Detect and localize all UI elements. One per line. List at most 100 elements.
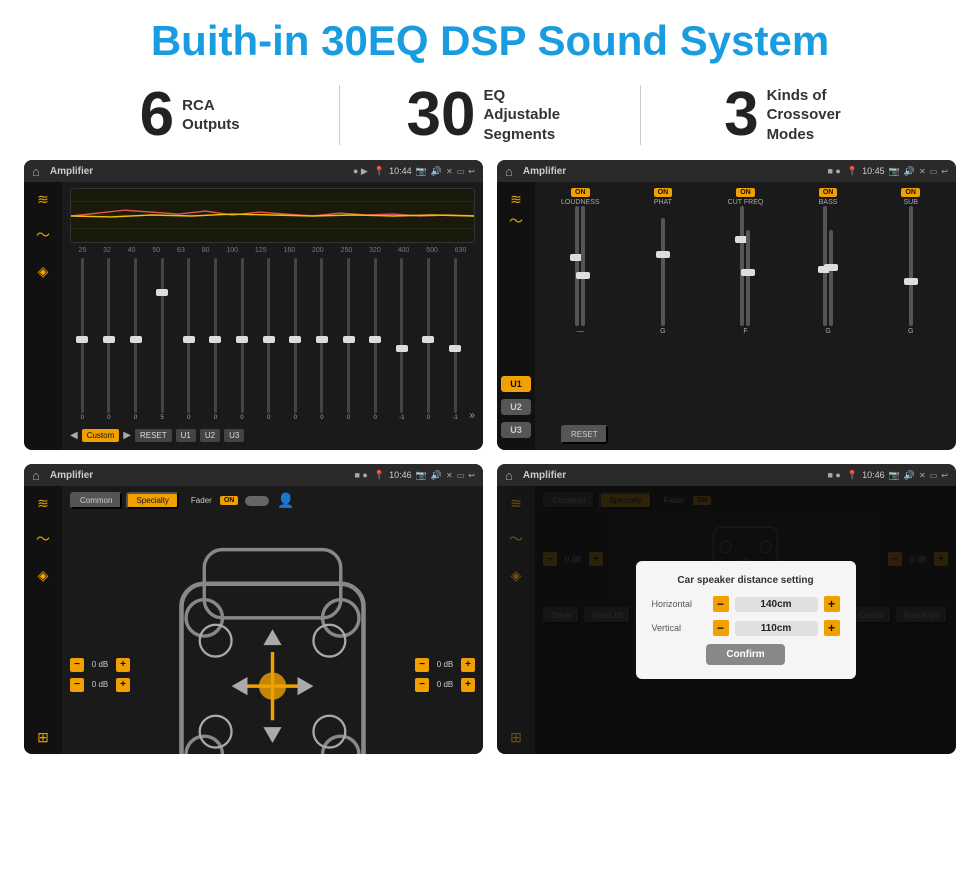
bass-slider-r[interactable] xyxy=(829,230,833,326)
fader-wave-icon[interactable]: 〜 xyxy=(34,530,52,548)
camera-icon-dist: 📷 xyxy=(889,470,900,481)
dialog-horizontal-row: Horizontal − 140cm + xyxy=(652,596,840,612)
cross-col-cutfreq: ON CUT FREQ F xyxy=(706,188,785,419)
eq-freq-labels: 253240506380100125160200250320400500630 xyxy=(70,247,475,254)
cross-tune-icon[interactable]: ≋ xyxy=(507,190,525,208)
phat-on[interactable]: ON xyxy=(654,188,673,197)
eq-u1-btn[interactable]: U1 xyxy=(176,429,196,442)
crossover-screen-panel: ⌂ Amplifier ■ ● 📍 10:45 📷 🔊 ✕ ▭ ↩ ≋ 〜 U1… xyxy=(497,160,956,450)
dist-status-bar: ⌂ Amplifier ■ ● 📍 10:46 📷 🔊 ✕ ▭ ↩ xyxy=(497,464,956,486)
cross-col-bass: ON BASS G xyxy=(789,188,868,419)
home-icon-fader[interactable]: ⌂ xyxy=(32,468,40,483)
dialog-vertical-value: 110cm xyxy=(735,621,818,636)
eq-slider-11[interactable]: 0 xyxy=(363,258,388,421)
eq-content: ≋ 〜 ◈ xyxy=(24,182,483,450)
loudness-slider-r[interactable] xyxy=(581,206,585,326)
eq-slider-6[interactable]: 0 xyxy=(230,258,255,421)
eq-tune-icon[interactable]: ≋ xyxy=(34,190,52,208)
location-icon-fader: 📍 xyxy=(374,470,385,481)
location-icon-cross: 📍 xyxy=(847,166,858,177)
cutfreq-on[interactable]: ON xyxy=(736,188,755,197)
eq-slider-1[interactable]: 0 xyxy=(97,258,122,421)
cross-reset-btn[interactable]: RESET xyxy=(561,425,608,444)
eq-u3-btn[interactable]: U3 xyxy=(224,429,244,442)
eq-u2-btn[interactable]: U2 xyxy=(200,429,220,442)
fader-specialty-tab[interactable]: Specialty xyxy=(126,492,178,509)
eq-slider-10[interactable]: 0 xyxy=(336,258,361,421)
fader-tune-icon[interactable]: ≋ xyxy=(34,494,52,512)
sub-slider[interactable] xyxy=(909,206,913,326)
fader-db-fl: − 0 dB + xyxy=(70,658,130,672)
eq-slider-13[interactable]: 0 xyxy=(416,258,441,421)
fader-plus-rr[interactable]: + xyxy=(461,678,475,692)
eq-slider-12[interactable]: -1 xyxy=(390,258,415,421)
home-icon[interactable]: ⌂ xyxy=(32,164,40,179)
eq-prev[interactable]: ◀ xyxy=(70,430,78,441)
bass-on[interactable]: ON xyxy=(819,188,838,197)
close-icon-eq: ✕ xyxy=(446,167,453,176)
cross-u3-btn[interactable]: U3 xyxy=(501,422,531,438)
stat-eq: 30 EQ AdjustableSegments xyxy=(360,84,619,146)
stat-divider-2 xyxy=(640,85,641,145)
eq-dot1: ● ▶ xyxy=(353,166,368,177)
cross-u1-btn[interactable]: U1 xyxy=(501,376,531,392)
fader-plus-fl[interactable]: + xyxy=(116,658,130,672)
home-icon-dist[interactable]: ⌂ xyxy=(505,468,513,483)
fader-common-tab[interactable]: Common xyxy=(70,492,122,509)
eq-slider-2[interactable]: 0 xyxy=(123,258,148,421)
cross-wave-icon[interactable]: 〜 xyxy=(507,212,525,230)
fader-screen-panel: ⌂ Amplifier ■ ● 📍 10:46 📷 🔊 ✕ ▭ ↩ ≋ 〜 ◈ … xyxy=(24,464,483,754)
fader-speaker-icon[interactable]: ◈ xyxy=(34,566,52,584)
dialog-vertical-plus[interactable]: + xyxy=(824,620,840,636)
dist-speaker-icon: ◈ xyxy=(507,566,525,584)
cross-u2-btn[interactable]: U2 xyxy=(501,399,531,415)
eq-slider-4[interactable]: 0 xyxy=(177,258,202,421)
eq-slider-7[interactable]: 0 xyxy=(256,258,281,421)
fader-expand-icon[interactable]: ⊞ xyxy=(34,728,52,746)
fader-plus-fr[interactable]: + xyxy=(461,658,475,672)
dialog-confirm-button[interactable]: Confirm xyxy=(706,644,784,665)
cutfreq-slider-l[interactable] xyxy=(740,206,744,326)
eq-status-icons: 📍 10:44 📷 🔊 ✕ ▭ ↩ xyxy=(374,166,475,177)
dialog-horizontal-minus[interactable]: − xyxy=(713,596,729,612)
eq-next[interactable]: ▶ xyxy=(123,430,131,441)
eq-slider-5[interactable]: 0 xyxy=(203,258,228,421)
screens-grid: ⌂ Amplifier ● ▶ 📍 10:44 📷 🔊 ✕ ▭ ↩ ≋ 〜 ◈ xyxy=(0,160,980,764)
home-icon-cross[interactable]: ⌂ xyxy=(505,164,513,179)
fader-db-rl: − 0 dB + xyxy=(70,678,130,692)
dist-dialog-overlay: Car speaker distance setting Horizontal … xyxy=(535,486,956,754)
cutfreq-slider-r[interactable] xyxy=(746,230,750,326)
loudness-slider-l[interactable] xyxy=(575,206,579,326)
eq-time: 10:44 xyxy=(389,166,412,176)
fader-minus-rr[interactable]: − xyxy=(415,678,429,692)
sub-on[interactable]: ON xyxy=(901,188,920,197)
eq-slider-3[interactable]: 5 xyxy=(150,258,175,421)
eq-preset-custom[interactable]: Custom xyxy=(82,429,120,442)
dialog-title: Car speaker distance setting xyxy=(652,575,840,586)
camera-icon-fader: 📷 xyxy=(416,470,427,481)
fader-minus-rl[interactable]: − xyxy=(70,678,84,692)
eq-more-arrow[interactable]: » xyxy=(469,410,475,421)
eq-slider-9[interactable]: 0 xyxy=(310,258,335,421)
fader-tabs: Common Specialty Fader ON 👤 xyxy=(70,492,475,509)
fader-val-fr: 0 dB xyxy=(432,660,458,669)
fader-plus-rl[interactable]: + xyxy=(116,678,130,692)
eq-slider-8[interactable]: 0 xyxy=(283,258,308,421)
dialog-horizontal-plus[interactable]: + xyxy=(824,596,840,612)
dist-time: 10:46 xyxy=(862,470,885,480)
phat-slider[interactable] xyxy=(661,218,665,326)
fader-toggle[interactable] xyxy=(245,496,269,506)
eq-slider-14[interactable]: -1 xyxy=(443,258,468,421)
fader-dot: ■ ● xyxy=(354,470,367,480)
loudness-on[interactable]: ON xyxy=(571,188,590,197)
eq-wave-icon[interactable]: 〜 xyxy=(34,226,52,244)
camera-icon-cross: 📷 xyxy=(889,166,900,177)
dialog-vertical-minus[interactable]: − xyxy=(713,620,729,636)
fader-minus-fl[interactable]: − xyxy=(70,658,84,672)
eq-reset-btn[interactable]: RESET xyxy=(135,429,172,442)
eq-screen-panel: ⌂ Amplifier ● ▶ 📍 10:44 📷 🔊 ✕ ▭ ↩ ≋ 〜 ◈ xyxy=(24,160,483,450)
eq-slider-0[interactable]: 0 xyxy=(70,258,95,421)
location-icon: 📍 xyxy=(374,166,385,177)
fader-minus-fr[interactable]: − xyxy=(415,658,429,672)
eq-speaker-icon[interactable]: ◈ xyxy=(34,262,52,280)
